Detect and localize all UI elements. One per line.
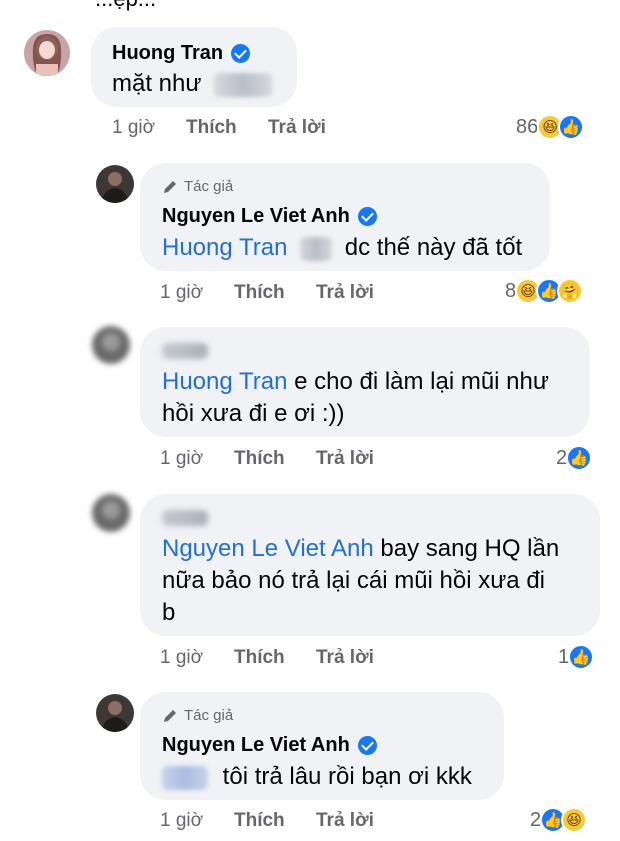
verified-badge-icon (357, 207, 377, 226)
comment-actions: 1 giờ Thích Trả lời (160, 647, 374, 669)
avatar[interactable] (24, 30, 70, 76)
reaction-summary[interactable]: 2 👍 (556, 445, 593, 471)
like-button[interactable]: Thích (186, 117, 268, 139)
care-icon: 🤗 (557, 278, 584, 304)
pen-icon (164, 709, 176, 722)
comment-time[interactable]: 1 giờ (160, 448, 234, 470)
author-tag: Tác giả (162, 178, 233, 195)
blurred-commenter-name (162, 510, 208, 526)
blurred-text (300, 236, 333, 261)
reply-button[interactable]: Trả lời (316, 647, 374, 669)
comment-text: Huong Tran e cho đi làm lại mũi như (162, 368, 549, 395)
like-button[interactable]: Thích (234, 448, 316, 470)
comment-text-line2: hồi xưa đi e ơi :)) (162, 400, 345, 427)
like-icon: 👍 (558, 114, 585, 140)
like-icon: 👍 (568, 644, 595, 670)
comment-time[interactable]: 1 giờ (160, 647, 234, 669)
comment-actions: 1 giờ Thích Trả lời (112, 117, 326, 139)
reaction-count: 86 (516, 115, 539, 138)
avatar[interactable] (96, 165, 134, 203)
blurred-text (214, 72, 273, 97)
mention-link[interactable]: Huong Tran (162, 368, 287, 395)
commenter-name[interactable]: Huong Tran (112, 42, 251, 65)
comment-text-line2: nữa bảo nó trả lại cái mũi hồi xưa đi (162, 567, 546, 594)
avatar[interactable] (96, 694, 134, 732)
verified-badge-icon (231, 44, 251, 63)
mention-link[interactable]: Nguyen Le Viet Anh (162, 535, 374, 562)
like-icon: 👍 (566, 445, 593, 471)
author-tag: Tác giả (162, 707, 233, 724)
comment-time[interactable]: 1 giờ (160, 282, 234, 304)
commenter-name[interactable]: Nguyen Le Viet Anh (162, 734, 377, 757)
avatar[interactable] (92, 494, 130, 532)
mention-link[interactable]: Huong Tran (162, 234, 287, 261)
previous-comment-text-cut: ...ệp... (95, 0, 156, 12)
reply-button[interactable]: Trả lời (316, 810, 374, 832)
comment-actions: 1 giờ Thích Trả lời (160, 448, 374, 470)
comment-time[interactable]: 1 giờ (112, 117, 186, 139)
comment-text: Nguyen Le Viet Anh bay sang HQ lần (162, 535, 560, 562)
pen-icon (164, 180, 176, 193)
reaction-summary[interactable]: 86 😆 👍 (516, 114, 585, 140)
reply-button[interactable]: Trả lời (268, 117, 326, 139)
like-button[interactable]: Thích (234, 810, 316, 832)
comment-time[interactable]: 1 giờ (160, 810, 234, 832)
comment-actions: 1 giờ Thích Trả lời (160, 282, 374, 304)
comment-text: tôi trả lâu rồi bạn ơi kkk (162, 761, 472, 793)
reaction-summary[interactable]: 2 👍 😆 (530, 807, 588, 833)
comment-text-line3: b (162, 599, 176, 626)
reply-button[interactable]: Trả lời (316, 448, 374, 470)
commenter-name[interactable]: Nguyen Le Viet Anh (162, 205, 377, 228)
comment-text: mặt như (112, 68, 273, 100)
blurred-commenter-name (162, 343, 208, 359)
like-button[interactable]: Thích (234, 647, 316, 669)
haha-icon: 😆 (561, 807, 588, 833)
avatar[interactable] (92, 326, 130, 364)
reaction-summary[interactable]: 8 😆 👍 🤗 (505, 278, 584, 304)
verified-badge-icon (357, 736, 377, 755)
reaction-summary[interactable]: 1 👍 (558, 644, 595, 670)
comment-text: Huong Tran dc thế này đã tốt (162, 234, 523, 261)
reply-button[interactable]: Trả lời (316, 282, 374, 304)
blurred-text (162, 765, 208, 790)
comment-actions: 1 giờ Thích Trả lời (160, 810, 374, 832)
like-button[interactable]: Thích (234, 282, 316, 304)
